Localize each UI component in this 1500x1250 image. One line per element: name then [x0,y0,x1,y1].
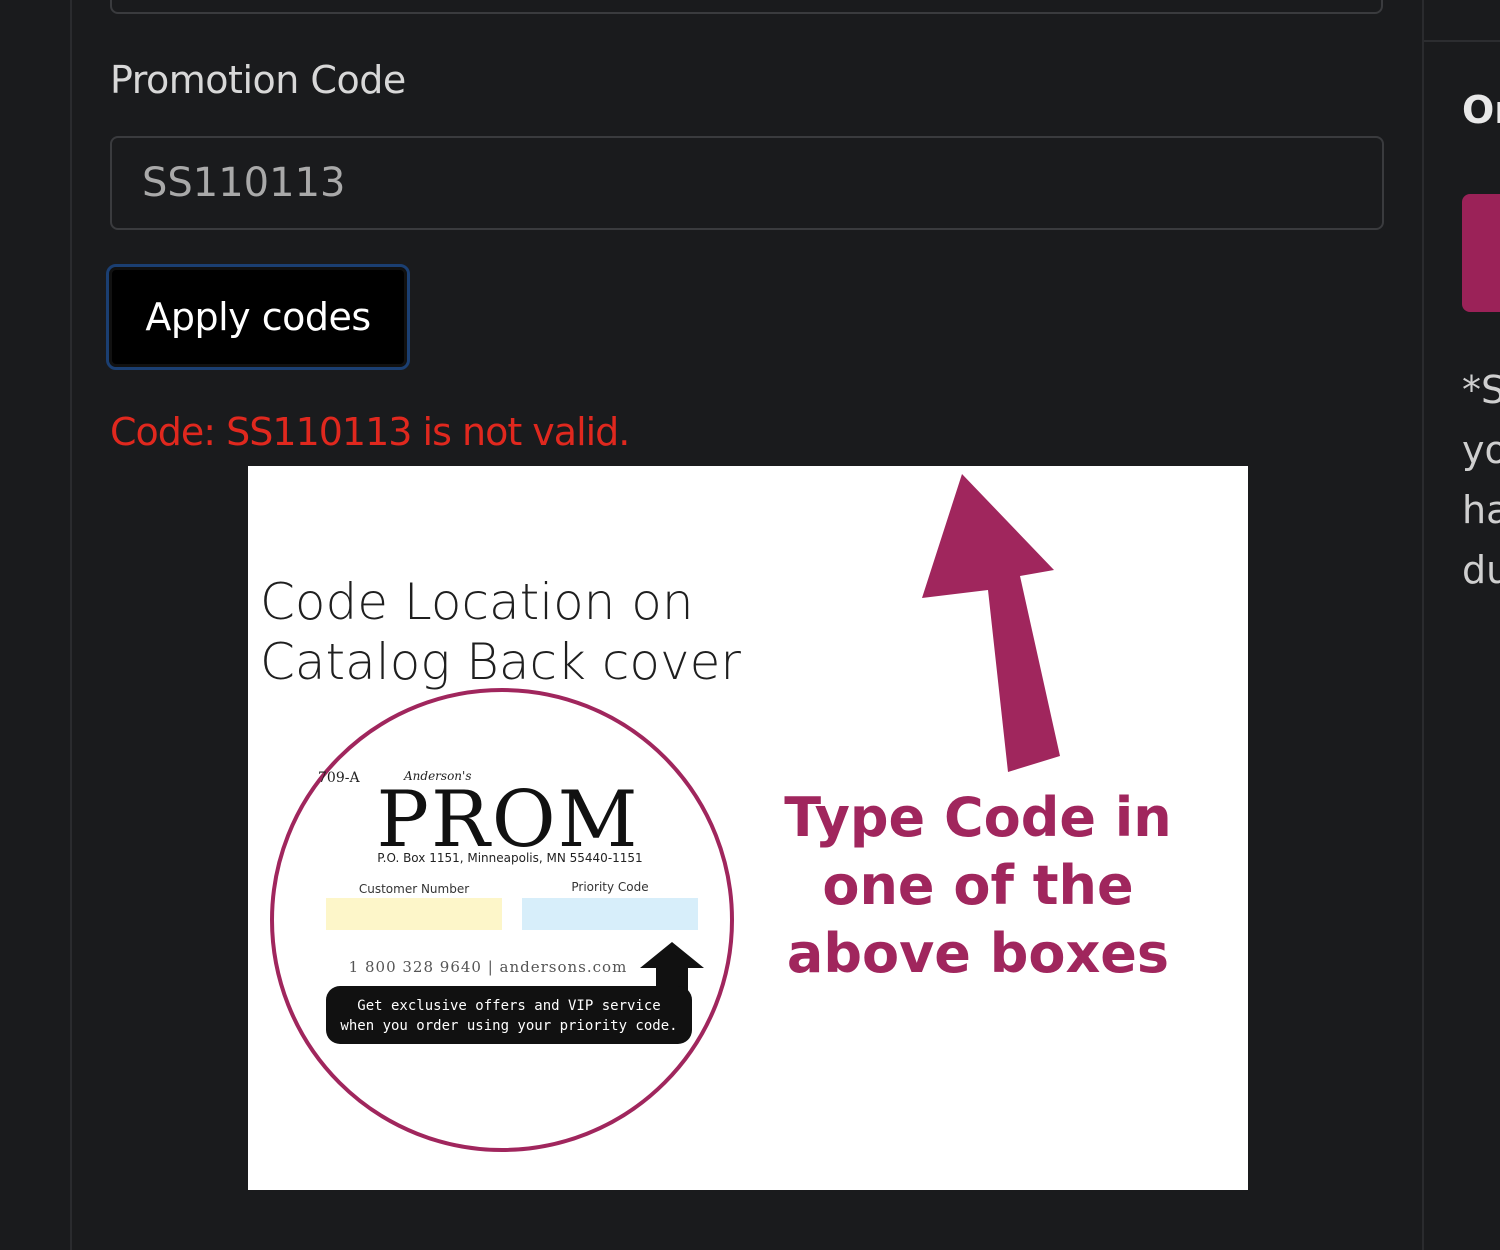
code-location-image: 709-A Anderson's PROM P.O. Box 1151, Min… [248,466,1248,1190]
note-line-3: ha [1462,488,1500,532]
left-column-divider [70,0,72,1250]
catalog-address-text: P.O. Box 1151, Minneapolis, MN 55440-115… [377,851,642,865]
right-column-divider [1422,0,1424,1250]
promotion-code-input[interactable] [110,136,1384,230]
offer-banner [326,986,692,1044]
callout-line-1: Type Code in [784,786,1172,849]
note-line-2: yo [1462,428,1500,472]
up-arrow-icon [922,474,1060,772]
callout-line-2: one of the [822,854,1134,917]
type-code-callout: Type Code in one of the above boxes [758,784,1198,988]
promotion-code-label: Promotion Code [110,58,406,102]
phone-web-text: 1 800 328 9640 | andersons.com [349,958,628,976]
callout-line-3: above boxes [786,922,1170,985]
heading-line-1: Code Location on [260,573,694,631]
code-location-heading: Code Location on Catalog Back cover [260,572,741,692]
priority-code-box [522,898,698,930]
apply-codes-button[interactable]: Apply codes [106,264,410,370]
customer-number-label: Customer Number [359,882,469,896]
offer-line-2: when you order using your priority code. [340,1018,677,1034]
right-column-separator [1424,40,1500,42]
promo-error-message: Code: SS110113 is not valid. [110,410,630,454]
previous-input-field[interactable] [110,0,1383,14]
customer-number-box [326,898,502,930]
heading-line-2: Catalog Back cover [260,633,741,691]
offer-line-1: Get exclusive offers and VIP service [357,998,660,1014]
note-line-4: du [1462,548,1500,592]
checkout-button[interactable] [1462,194,1500,312]
order-summary-title: Or [1462,88,1500,132]
priority-code-label: Priority Code [571,880,648,894]
note-line-1: *S [1462,368,1500,412]
corner-code-text: 709-A [318,770,360,786]
